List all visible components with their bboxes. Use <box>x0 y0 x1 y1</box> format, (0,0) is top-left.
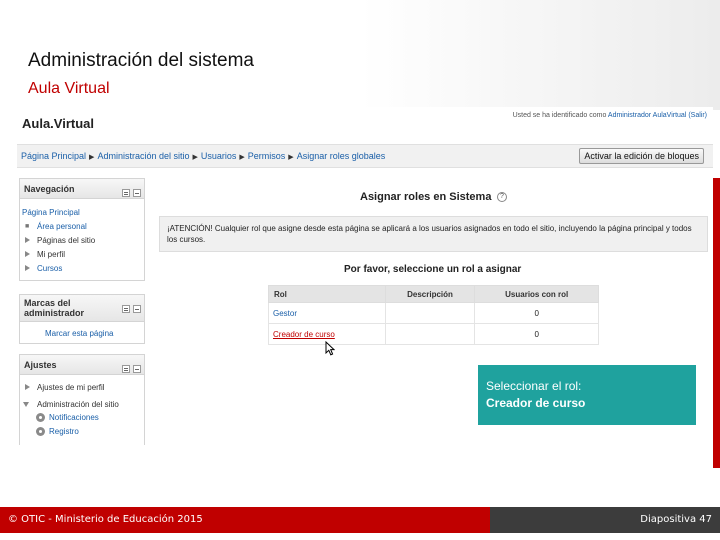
block-tools <box>119 184 141 202</box>
user-count-cell: 0 <box>474 323 599 345</box>
footer-right-band: Diapositiva 47 <box>490 507 720 533</box>
column-header-role: Rol <box>268 285 386 303</box>
navigation-block-title: Navegación <box>24 184 75 194</box>
slide-subtitle: Aula Virtual <box>28 80 110 97</box>
bullet-icon: ■ <box>25 223 30 230</box>
login-prefix: Usted se ha identificado como <box>512 112 608 119</box>
role-link-gestor[interactable]: Gestor <box>273 309 297 318</box>
breadcrumb-users[interactable]: Usuarios <box>201 151 237 161</box>
nav-item-courses[interactable]: Cursos <box>37 264 62 273</box>
hide-icon[interactable] <box>133 189 141 197</box>
settings-notifications[interactable]: Notificaciones <box>49 413 99 422</box>
dock-icon[interactable] <box>122 365 130 373</box>
navigation-block: Navegación Página Principal ■ Área perso… <box>19 178 145 281</box>
breadcrumb-separator-icon: ▶ <box>89 154 95 161</box>
slide-number: Diapositiva 47 <box>640 514 712 525</box>
block-tools <box>119 300 141 318</box>
callout-role-name: Creador de curso <box>486 396 586 410</box>
role-cell: Gestor <box>268 302 386 324</box>
breadcrumb-separator-icon: ▶ <box>239 154 245 161</box>
gear-icon <box>36 413 45 422</box>
select-role-heading: Por favor, seleccione un rol a asignar <box>344 264 522 275</box>
slide-accent-bar <box>713 178 720 468</box>
breadcrumb-home[interactable]: Página Principal <box>21 151 86 161</box>
nav-item-site-pages[interactable]: Páginas del sitio <box>37 236 95 245</box>
collapse-arrow-icon[interactable] <box>23 402 29 407</box>
expand-arrow-icon[interactable] <box>25 265 30 271</box>
admin-bookmarks-block-header: Marcas del administrador <box>20 295 144 322</box>
admin-bookmarks-block-title: Marcas del administrador <box>24 298 85 318</box>
admin-bookmarks-block: Marcas del administrador Marcar esta pág… <box>19 294 145 344</box>
dock-icon[interactable] <box>122 189 130 197</box>
login-info: Usted se ha identificado como Administra… <box>513 112 707 119</box>
expand-arrow-icon[interactable] <box>25 384 30 390</box>
slide-footer: © OTIC - Ministerio de Educación 2015 Di… <box>0 507 720 533</box>
logout-link[interactable]: (Salir) <box>688 112 707 119</box>
slide-header-shade <box>360 0 720 110</box>
breadcrumb-separator-icon: ▶ <box>288 154 294 161</box>
expand-arrow-icon[interactable] <box>25 251 30 257</box>
settings-registration[interactable]: Registro <box>49 427 79 436</box>
hide-icon[interactable] <box>133 365 141 373</box>
expand-arrow-icon[interactable] <box>25 237 30 243</box>
nav-home-link[interactable]: Página Principal <box>22 208 80 217</box>
settings-block-title: Ajustes <box>24 360 57 370</box>
navigation-block-header: Navegación <box>20 179 144 199</box>
breadcrumb-separator-icon: ▶ <box>192 154 198 161</box>
table-row: Creador de curso 0 <box>268 323 599 345</box>
description-cell <box>384 302 476 324</box>
slide-title: Administración del sistema <box>28 50 254 71</box>
column-header-users: Usuarios con rol <box>474 285 599 303</box>
block-tools <box>119 360 141 378</box>
dock-icon[interactable] <box>122 305 130 313</box>
hide-icon[interactable] <box>133 305 141 313</box>
breadcrumb-assign-global-roles[interactable]: Asignar roles globales <box>297 151 386 161</box>
login-user-link[interactable]: Administrador AulaVirtual <box>608 112 686 119</box>
warning-text: ¡ATENCIÓN! Cualquier rol que asigne desd… <box>167 224 692 244</box>
breadcrumb-permissions[interactable]: Permisos <box>248 151 286 161</box>
bookmark-this-page-link[interactable]: Marcar esta página <box>45 329 113 338</box>
user-count-cell: 0 <box>474 302 599 324</box>
warning-box: ¡ATENCIÓN! Cualquier rol que asigne desd… <box>159 216 708 252</box>
page-heading: Asignar roles en Sistema <box>360 191 492 203</box>
table-header-row: Rol Descripción Usuarios con rol <box>268 285 599 303</box>
mouse-cursor-icon <box>325 341 335 356</box>
help-icon[interactable]: ? <box>497 192 507 202</box>
roles-table: Rol Descripción Usuarios con rol Gestor … <box>268 285 599 345</box>
settings-block: Ajustes Ajustes de mi perfil Administrac… <box>19 354 145 445</box>
settings-my-profile[interactable]: Ajustes de mi perfil <box>37 383 105 392</box>
enable-block-editing-button[interactable]: Activar la edición de bloques <box>579 148 704 164</box>
footer-copyright: © OTIC - Ministerio de Educación 2015 <box>8 514 203 525</box>
breadcrumb-site-admin[interactable]: Administración del sitio <box>97 151 189 161</box>
role-link-course-creator[interactable]: Creador de curso <box>273 330 335 339</box>
settings-block-header: Ajustes <box>20 355 144 375</box>
settings-site-admin[interactable]: Administración del sitio <box>37 400 119 409</box>
nav-item-dashboard[interactable]: Área personal <box>37 222 87 231</box>
breadcrumb: Página Principal ▶ Administración del siti… <box>21 151 385 161</box>
callout-instruction: Seleccionar el rol: <box>486 379 582 393</box>
description-cell <box>384 323 476 345</box>
nav-item-my-profile[interactable]: Mi perfil <box>37 250 65 259</box>
footer-left-band: © OTIC - Ministerio de Educación 2015 <box>0 507 490 533</box>
site-logo[interactable]: Aula.Virtual <box>22 116 94 131</box>
navbar: Página Principal ▶ Administración del siti… <box>17 144 713 168</box>
table-row: Gestor 0 <box>268 302 599 324</box>
gear-icon <box>36 427 45 436</box>
instruction-callout: Seleccionar el rol: Creador de curso <box>478 365 696 425</box>
column-header-description: Descripción <box>384 285 476 303</box>
